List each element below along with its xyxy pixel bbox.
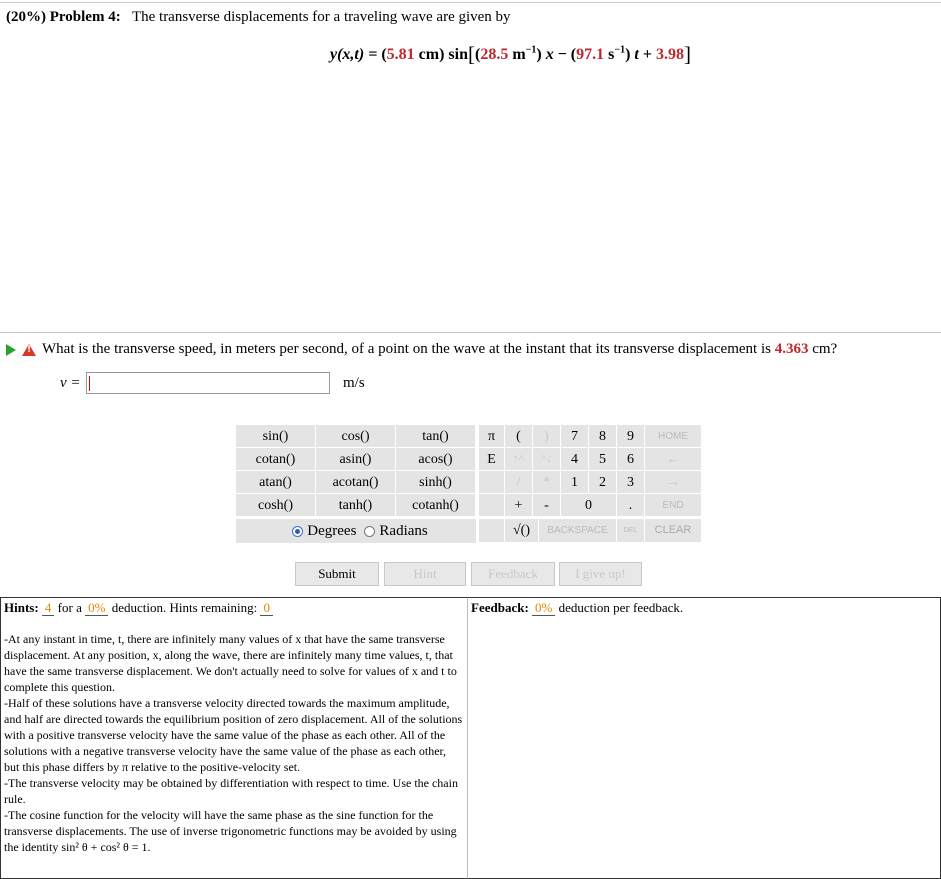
hints-remaining: 0 xyxy=(260,600,273,616)
eq-x: x xyxy=(545,46,554,63)
key-4[interactable]: 4 xyxy=(561,448,589,471)
key-cotan[interactable]: cotan() xyxy=(236,448,316,471)
submit-button[interactable]: Submit xyxy=(295,562,379,586)
key-7[interactable]: 7 xyxy=(561,425,589,448)
feedback-label: Feedback: xyxy=(471,600,529,615)
section-divider xyxy=(0,332,941,333)
key-6[interactable]: 6 xyxy=(617,448,645,471)
answer-label: v = xyxy=(60,375,81,391)
hints-count: 4 xyxy=(41,600,55,616)
feedback-panel xyxy=(468,597,941,879)
hint-list: -At any instant in time, t, there are in… xyxy=(4,631,464,855)
key-sqrt[interactable]: √() xyxy=(505,519,539,543)
key-5[interactable]: 5 xyxy=(589,448,617,471)
hint-item: -The transverse velocity may be obtained… xyxy=(4,776,458,806)
feedback-header: Feedback: 0% deduction per feedback. xyxy=(471,600,683,616)
degrees-radio[interactable] xyxy=(292,525,304,537)
key-blank-2 xyxy=(479,494,505,517)
key-right-arrow[interactable]: → xyxy=(645,471,702,494)
problem-header: (20%) Problem 4: The transverse displace… xyxy=(6,9,511,26)
question-row: What is the transverse speed, in meters … xyxy=(6,341,837,358)
key-up-power[interactable]: ↑^ xyxy=(505,448,533,471)
answer-unit: m/s xyxy=(343,375,365,391)
key-down-power[interactable]: ^↓ xyxy=(533,448,561,471)
hint-item: -The cosine function for the velocity wi… xyxy=(4,808,457,854)
key-minus[interactable]: - xyxy=(533,494,561,517)
eq-amplitude: 5.81 xyxy=(386,46,415,63)
feedback-text: deduction per feedback. xyxy=(558,600,684,615)
hints-for-a: for a xyxy=(57,600,82,615)
key-1[interactable]: 1 xyxy=(561,471,589,494)
key-9[interactable]: 9 xyxy=(617,425,645,448)
eq-k-unit: m xyxy=(512,46,526,63)
angle-mode-row: Degrees Radians xyxy=(236,519,476,543)
eq-omega: 97.1 xyxy=(576,46,605,63)
hints-header: Hints: 4 for a 0% deduction. Hints remai… xyxy=(4,600,273,616)
eq-t: t xyxy=(634,46,639,63)
question-unit: cm? xyxy=(812,341,838,357)
hints-deduction: 0% xyxy=(85,600,109,616)
degrees-label: Degrees xyxy=(307,522,357,539)
hint-button[interactable]: Hint xyxy=(384,562,466,586)
hint-item: -At any instant in time, t, there are in… xyxy=(4,632,457,694)
eq-phase: 3.98 xyxy=(655,46,684,63)
key-cos[interactable]: cos() xyxy=(316,425,396,448)
key-cotanh[interactable]: cotanh() xyxy=(396,494,476,517)
key-sinh[interactable]: sinh() xyxy=(396,471,476,494)
key-blank-3 xyxy=(479,519,505,543)
key-acos[interactable]: acos() xyxy=(396,448,476,471)
key-asin[interactable]: asin() xyxy=(316,448,396,471)
problem-text: The transverse displacements for a trave… xyxy=(131,9,511,25)
eq-omega-exp: −1 xyxy=(614,44,626,56)
eq-wavenumber: 28.5 xyxy=(480,46,509,63)
key-multiply[interactable]: * xyxy=(533,471,561,494)
question-value: 4.363 xyxy=(774,341,809,357)
radians-radio[interactable] xyxy=(364,525,376,537)
hints-deduction-text: deduction. Hints remaining: xyxy=(111,600,258,615)
key-tan[interactable]: tan() xyxy=(396,425,476,448)
top-divider xyxy=(0,2,941,3)
wave-equation: y(x,t) = (5.81 cm) sin[(28.5 m−1) x − (9… xyxy=(330,42,691,66)
eq-lhs: y(x,t) = xyxy=(330,46,382,63)
feedback-button[interactable]: Feedback xyxy=(471,562,555,586)
key-clear[interactable]: CLEAR xyxy=(645,519,702,543)
key-left-arrow[interactable]: ← xyxy=(645,448,702,471)
radians-label: Radians xyxy=(379,522,428,539)
key-del[interactable]: DEL xyxy=(617,519,645,543)
key-pi[interactable]: π xyxy=(479,425,505,448)
hint-item: -Half of these solutions have a transver… xyxy=(4,696,463,774)
key-8[interactable]: 8 xyxy=(589,425,617,448)
key-acotan[interactable]: acotan() xyxy=(316,471,396,494)
key-open-paren[interactable]: ( xyxy=(505,425,533,448)
key-plus[interactable]: + xyxy=(505,494,533,517)
key-end[interactable]: END xyxy=(645,494,702,517)
give-up-button[interactable]: I give up! xyxy=(559,562,642,586)
text-caret xyxy=(89,376,90,391)
key-tanh[interactable]: tanh() xyxy=(316,494,396,517)
eq-k-exp: −1 xyxy=(525,44,537,56)
key-close-paren[interactable]: ) xyxy=(533,425,561,448)
feedback-deduction: 0% xyxy=(532,600,556,616)
eq-sin: sin xyxy=(448,46,468,63)
hints-label: Hints: xyxy=(4,600,39,615)
key-home[interactable]: HOME xyxy=(645,425,702,448)
key-divide[interactable]: / xyxy=(505,471,533,494)
eq-amp-unit: cm xyxy=(418,46,440,63)
problem-label: (20%) Problem 4: xyxy=(6,9,121,25)
key-3[interactable]: 3 xyxy=(617,471,645,494)
key-dot[interactable]: . xyxy=(617,494,645,517)
key-e[interactable]: E xyxy=(479,448,505,471)
key-backspace[interactable]: BACKSPACE xyxy=(539,519,617,543)
key-blank-1 xyxy=(479,471,505,494)
key-0[interactable]: 0 xyxy=(561,494,617,517)
warning-triangle-icon xyxy=(22,343,36,356)
answer-input[interactable] xyxy=(86,372,330,394)
key-sin[interactable]: sin() xyxy=(236,425,316,448)
question-text: What is the transverse speed, in meters … xyxy=(42,341,771,357)
key-2[interactable]: 2 xyxy=(589,471,617,494)
play-triangle-icon[interactable] xyxy=(6,343,16,356)
key-cosh[interactable]: cosh() xyxy=(236,494,316,517)
key-atan[interactable]: atan() xyxy=(236,471,316,494)
